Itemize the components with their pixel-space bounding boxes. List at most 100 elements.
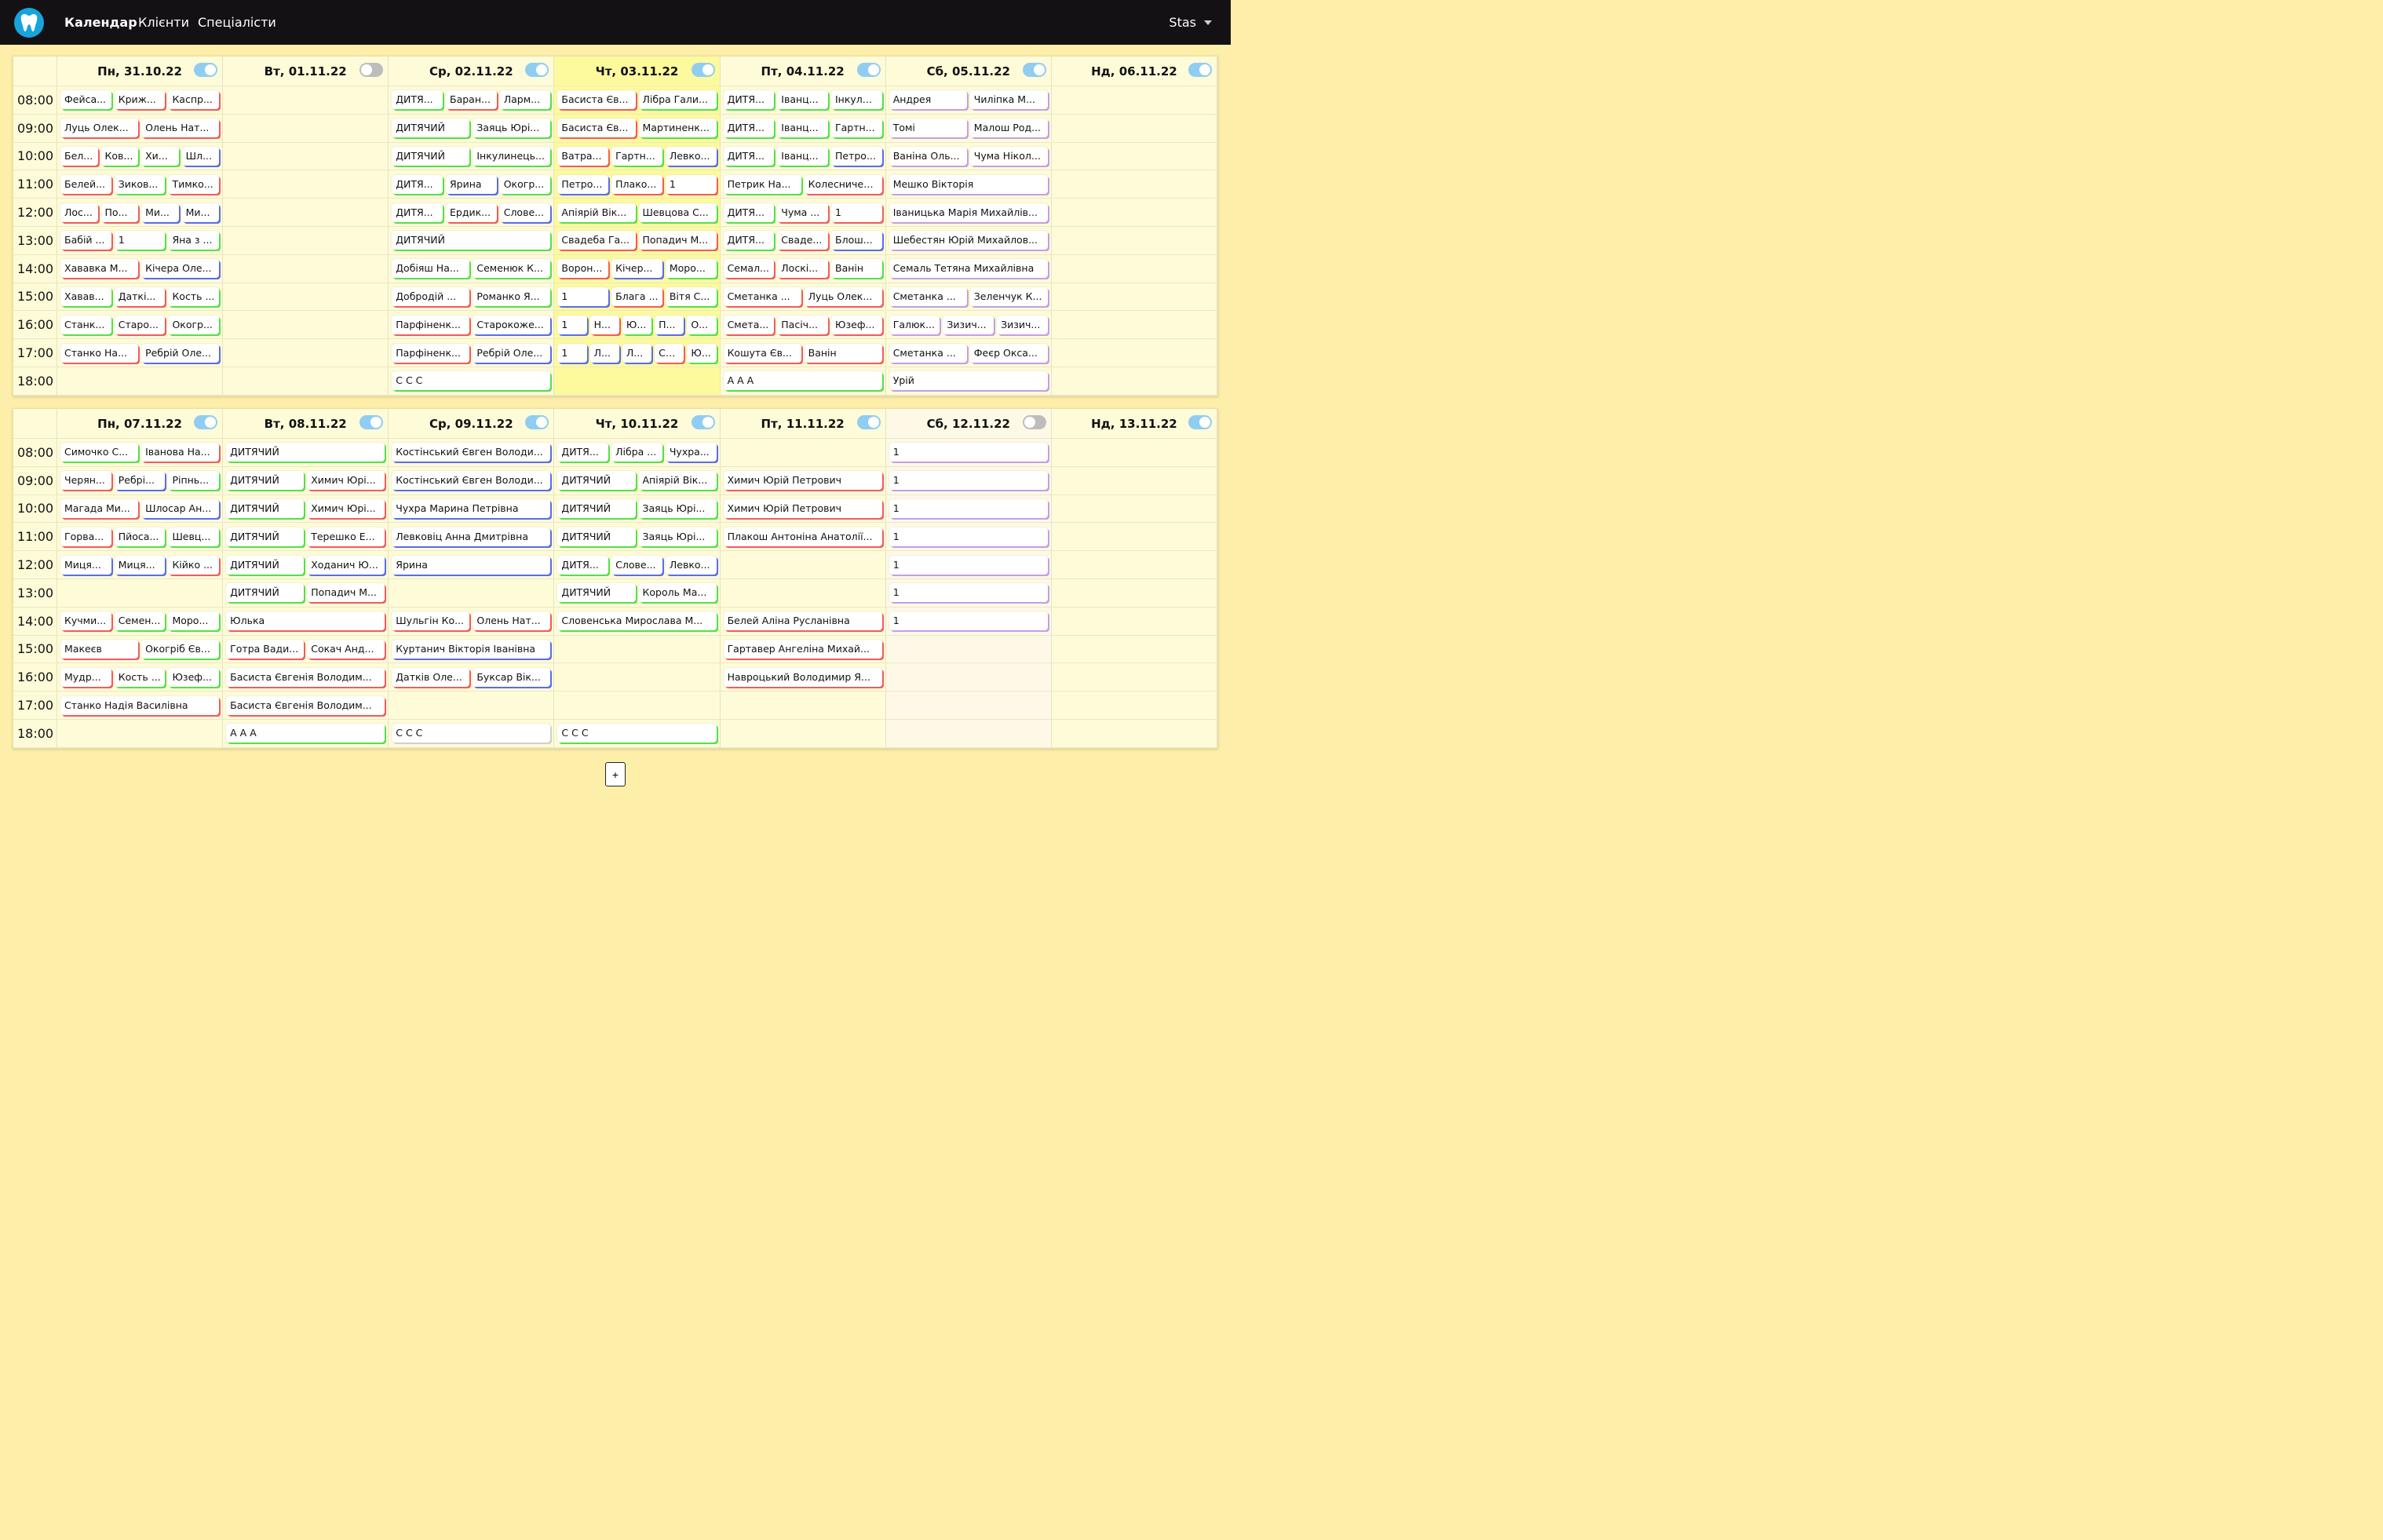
time-slot[interactable]: ДИТЯЧИЙ Терешко Е... (223, 523, 389, 552)
appointment-chip[interactable]: ДИТЯЧИЙ (392, 119, 470, 138)
time-slot[interactable] (885, 635, 1052, 664)
appointment-chip[interactable]: Попадич М... (638, 231, 717, 250)
time-slot[interactable]: Гартавер Ангеліна Михай... (720, 635, 886, 664)
appointment-chip[interactable]: Белей... (60, 174, 111, 194)
appointment-chip[interactable]: ДИТЯЧИЙ (226, 527, 305, 546)
time-slot[interactable]: ДИТЯЧИЙ Король Ма... (554, 578, 721, 608)
time-slot[interactable]: А А А (720, 367, 886, 396)
time-slot[interactable]: Белей... Зиков... Тимко... (57, 170, 224, 199)
appointment-chip[interactable]: Юлька (226, 611, 385, 631)
appointment-chip[interactable]: Магада Ми... (60, 498, 139, 518)
day-toggle[interactable] (525, 63, 549, 77)
appointment-chip[interactable]: Фейса... (60, 90, 111, 110)
appointment-chip[interactable]: Чума Нікол... (969, 146, 1048, 166)
appointment-chip[interactable]: Свадеба Га... (557, 231, 636, 250)
day-toggle[interactable] (525, 415, 549, 429)
time-slot[interactable]: ДИТЯ... Іванц... Інкули... (720, 86, 886, 115)
time-slot[interactable]: 1 Н... Ю... П... О... (554, 311, 721, 340)
time-slot[interactable] (223, 226, 389, 255)
appointment-chip[interactable]: 1 (889, 443, 1048, 462)
time-slot[interactable]: Кошута Єв... Ванін (720, 339, 886, 367)
time-slot[interactable] (57, 578, 224, 608)
time-slot[interactable]: Добродій ... Романко Я... (389, 283, 555, 312)
appointment-chip[interactable]: Ворон... (557, 259, 609, 279)
appointment-chip[interactable]: Романко Я... (473, 286, 551, 306)
user-menu[interactable]: Stas (1169, 15, 1212, 30)
time-slot[interactable] (223, 114, 389, 143)
appointment-chip[interactable]: ДИТЯ... (723, 146, 775, 166)
time-slot[interactable]: Навроцький Володимир Я... (720, 663, 886, 692)
time-slot[interactable] (223, 339, 389, 367)
time-slot[interactable] (223, 199, 389, 227)
appointment-chip[interactable]: Попадич М... (307, 583, 385, 603)
appointment-chip[interactable]: Кійко ... (168, 555, 220, 575)
time-slot[interactable]: Симочко С... Іванова На... (57, 439, 224, 467)
time-slot[interactable] (223, 311, 389, 340)
time-slot[interactable]: Сметанка ... Феєр Окса... (885, 339, 1052, 367)
day-toggle[interactable] (856, 63, 881, 77)
appointment-chip[interactable]: ДИТЯЧИЙ (392, 146, 470, 166)
appointment-chip[interactable]: Химич Юрій Петрович (723, 498, 882, 518)
appointment-chip[interactable]: Зизич... (943, 315, 994, 334)
appointment-chip[interactable]: 1 (665, 174, 717, 194)
time-slot[interactable]: ДИТЯЧИЙ Апіярій Вік... (554, 466, 721, 495)
appointment-chip[interactable]: Зизич... (997, 315, 1048, 334)
time-slot[interactable] (1051, 466, 1217, 495)
time-slot[interactable] (720, 439, 886, 467)
appointment-chip[interactable]: Ребрій Оле... (473, 343, 551, 363)
time-slot[interactable]: Мудр... Кость ... Юзеф... (57, 663, 224, 692)
appointment-chip[interactable]: Миця... (114, 555, 166, 575)
time-slot[interactable] (1051, 283, 1217, 312)
time-slot[interactable]: Урій (885, 367, 1052, 396)
time-slot[interactable]: Свадеба Га... Попадич М... (554, 226, 721, 255)
time-slot[interactable]: ДИТЯЧИЙ Попадич М... (223, 578, 389, 608)
day-toggle[interactable] (856, 415, 881, 429)
time-slot[interactable]: Станк... Старо... Окогр... (57, 311, 224, 340)
time-slot[interactable]: ДИТЯ... Іванц... Гартн... (720, 114, 886, 143)
appointment-chip[interactable]: ДИТЯ... (392, 203, 443, 222)
appointment-chip[interactable]: Шевц... (168, 527, 220, 546)
time-slot[interactable]: Костінський Євген Володи... (389, 439, 555, 467)
time-slot[interactable]: ДИТЯ... Чума ... 1 (720, 199, 886, 227)
time-slot[interactable] (57, 367, 224, 396)
appointment-chip[interactable]: Старо... (114, 315, 166, 334)
time-slot[interactable]: ДИТЯЧИЙ (223, 439, 389, 467)
time-slot[interactable] (1051, 663, 1217, 692)
appointment-chip[interactable]: Малош Род... (969, 119, 1048, 138)
appointment-chip[interactable]: Парфіненк... (392, 343, 470, 363)
appointment-chip[interactable]: Ваніна Оль... (889, 146, 967, 166)
time-slot[interactable] (223, 283, 389, 312)
appointment-chip[interactable]: Сметанка ... (723, 286, 801, 306)
time-slot[interactable] (389, 578, 555, 608)
time-slot[interactable]: С С С (554, 719, 721, 748)
time-slot[interactable]: ДИТЯЧИЙ Інкулинець... (389, 142, 555, 171)
appointment-chip[interactable]: Пйоса... (114, 527, 166, 546)
nav-calendar[interactable]: Календар (64, 15, 137, 30)
appointment-chip[interactable]: Смета... (723, 315, 775, 334)
appointment-chip[interactable]: Терешко Е... (307, 527, 385, 546)
time-slot[interactable]: Смета... Пасіч... Юзеф... (720, 311, 886, 340)
appointment-chip[interactable]: Химич Юрі... (307, 471, 385, 491)
appointment-chip[interactable]: Заяць Юрі... (638, 498, 717, 518)
tooth-icon[interactable] (14, 8, 44, 38)
appointment-chip[interactable]: Сметанка ... (889, 343, 967, 363)
appointment-chip[interactable]: ДИТЯЧИЙ (557, 498, 636, 518)
appointment-chip[interactable]: Лібра Гали... (638, 90, 717, 110)
time-slot[interactable]: Лос... По... Ми... Ми... (57, 199, 224, 227)
appointment-chip[interactable]: ДИТЯЧИЙ (557, 471, 636, 491)
time-slot[interactable]: Шебестян Юрій Михайлов... (885, 226, 1052, 255)
time-slot[interactable]: 1 Л... Л... Ст... Ю... (554, 339, 721, 367)
time-slot[interactable]: ДИТЯЧИЙ (389, 226, 555, 255)
appointment-chip[interactable]: Химич Юрі... (307, 498, 385, 518)
time-slot[interactable]: Бел... Ков... Хи... Шл... (57, 142, 224, 171)
appointment-chip[interactable]: Ми... (181, 203, 220, 222)
time-slot[interactable]: С С С (389, 367, 555, 396)
appointment-chip[interactable]: 1 (831, 203, 882, 222)
nav-clients[interactable]: Клієнти (138, 15, 189, 30)
appointment-chip[interactable]: Зеленчук К... (969, 286, 1048, 306)
time-slot[interactable]: Томі Малош Род... (885, 114, 1052, 143)
appointment-chip[interactable]: Ярина (446, 174, 497, 194)
appointment-chip[interactable]: Ю... (687, 343, 717, 363)
appointment-chip[interactable]: Галюк... (889, 315, 940, 334)
appointment-chip[interactable]: Станко Надія Василівна (60, 695, 220, 715)
